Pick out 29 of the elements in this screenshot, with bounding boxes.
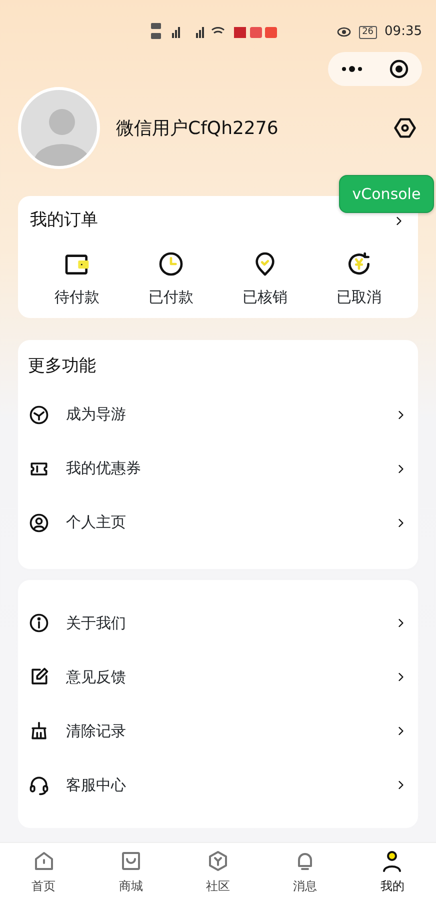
- menu-item[interactable]: 我的优惠券: [28, 442, 408, 496]
- info-icon: [28, 612, 50, 634]
- clock-time: 09:35: [384, 23, 422, 42]
- close-icon[interactable]: [389, 59, 409, 79]
- menu-item[interactable]: 意见反馈: [28, 650, 408, 704]
- section-title: 我的订单: [30, 209, 98, 232]
- menu-item[interactable]: 个人主页: [28, 496, 408, 550]
- menu-item[interactable]: 成为导游: [28, 388, 408, 442]
- more-icon[interactable]: [341, 66, 363, 72]
- user-circle-icon: [28, 512, 50, 534]
- headset-icon: [28, 774, 50, 796]
- tab[interactable]: 我的: [348, 843, 436, 900]
- tab[interactable]: 首页: [0, 843, 88, 900]
- section-title: 更多功能: [28, 355, 97, 378]
- menu-item[interactable]: 清除记录: [28, 704, 408, 758]
- user-name: 微信用户CfQh2276: [116, 116, 280, 140]
- order-status-button[interactable]: 已取消: [336, 250, 382, 308]
- hexagon-icon: [206, 848, 230, 872]
- eye-icon: [337, 27, 352, 37]
- tab[interactable]: 消息: [262, 843, 349, 900]
- order-status-button[interactable]: 已核销: [242, 250, 288, 308]
- tab[interactable]: 社区: [174, 843, 262, 900]
- order-status-button[interactable]: 已付款: [148, 250, 194, 308]
- clock-icon: [157, 250, 185, 278]
- tab[interactable]: 商城: [87, 843, 174, 900]
- menu-item[interactable]: 关于我们: [28, 596, 408, 650]
- order-status-button[interactable]: 待付款: [54, 250, 100, 308]
- battery-level: 26: [359, 26, 377, 38]
- menu-item[interactable]: 客服中心: [28, 758, 408, 812]
